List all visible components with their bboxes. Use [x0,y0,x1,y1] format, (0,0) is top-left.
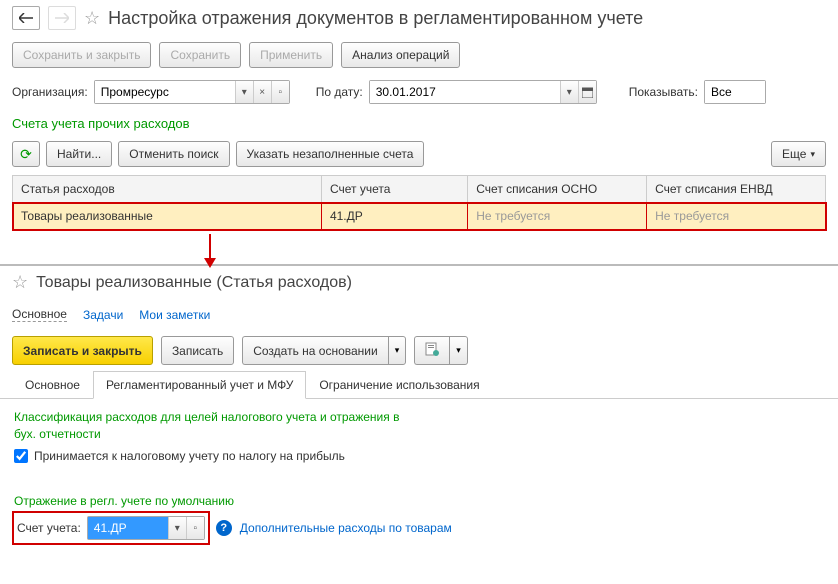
account-dropdown-icon[interactable]: ▾ [168,517,186,539]
date-select[interactable]: ▾ [369,80,597,104]
account-open-icon[interactable]: ▫ [186,517,204,539]
cancel-search-button[interactable]: Отменить поиск [118,141,229,167]
write-button[interactable]: Записать [161,336,234,365]
calendar-icon[interactable] [578,81,596,103]
col-osno[interactable]: Счет списания ОСНО [468,176,647,203]
nav-notes[interactable]: Мои заметки [139,308,210,322]
item-title: Товары реализованные (Статья расходов) [36,274,352,292]
page-title: Настройка отражения документов в регламе… [108,8,643,29]
specify-empty-button[interactable]: Указать незаполненные счета [236,141,425,167]
org-label: Организация: [12,85,88,99]
checkbox-label: Принимается к налоговому учету по налогу… [34,449,345,463]
date-dropdown-icon[interactable]: ▾ [560,81,578,103]
show-input[interactable] [705,81,765,103]
apply-button[interactable]: Применить [249,42,333,68]
chevron-down-icon[interactable]: ▾ [388,336,407,365]
classification-heading: Классификация расходов для целей налогов… [14,409,824,443]
save-close-button[interactable]: Сохранить и закрыть [12,42,151,68]
account-select[interactable]: ▾ ▫ [87,516,205,540]
favorite-icon[interactable]: ☆ [12,272,28,293]
show-label: Показывать: [629,85,698,99]
accounts-table: Статья расходов Счет учета Счет списания… [12,175,826,230]
help-icon[interactable]: ? [216,520,232,536]
col-expense[interactable]: Статья расходов [13,176,322,203]
org-input[interactable] [95,81,235,103]
cell-expense[interactable]: Товары реализованные [13,203,322,230]
section-accounts: Счета учета прочих расходов [0,110,838,137]
find-button[interactable]: Найти... [46,141,112,167]
write-close-button[interactable]: Записать и закрыть [12,336,153,365]
nav-main[interactable]: Основное [12,307,67,322]
reports-button[interactable]: ▾ [414,336,468,365]
account-input[interactable] [88,517,168,539]
col-account[interactable]: Счет учета [321,176,467,203]
favorite-icon[interactable]: ☆ [84,8,100,29]
refresh-icon: ⟳ [20,146,32,163]
tab-restriction[interactable]: Ограничение использования [306,371,492,399]
org-clear-icon[interactable]: × [253,81,271,103]
tax-accounting-checkbox[interactable] [14,449,28,463]
col-envd[interactable]: Счет списания ЕНВД [647,176,826,203]
tab-main[interactable]: Основное [12,371,93,399]
forward-button[interactable] [48,6,76,30]
cell-envd[interactable]: Не требуется [647,203,826,230]
org-select[interactable]: ▾ × ▫ [94,80,290,104]
save-button[interactable]: Сохранить [159,42,241,68]
date-input[interactable] [370,81,560,103]
cell-osno[interactable]: Не требуется [468,203,647,230]
chevron-down-icon: ▾ [810,149,815,160]
chevron-down-icon[interactable]: ▾ [449,336,468,365]
date-label: По дату: [316,85,363,99]
refresh-button[interactable]: ⟳ [12,141,40,167]
extra-expenses-link[interactable]: Дополнительные расходы по товарам [240,521,452,535]
table-row[interactable]: Товары реализованные 41.ДР Не требуется … [13,203,826,230]
analysis-button[interactable]: Анализ операций [341,42,460,68]
org-open-icon[interactable]: ▫ [271,81,289,103]
show-select[interactable] [704,80,766,104]
cell-account[interactable]: 41.ДР [321,203,467,230]
more-button[interactable]: Еще▾ [771,141,826,167]
account-field-label: Счет учета: [17,521,81,535]
org-dropdown-icon[interactable]: ▾ [235,81,253,103]
back-button[interactable] [12,6,40,30]
default-reflection-heading: Отражение в регл. учете по умолчанию [14,493,824,510]
arrow-annotation [200,234,220,268]
nav-tasks[interactable]: Задачи [83,308,123,322]
report-icon [425,342,439,356]
tab-regulated[interactable]: Регламентированный учет и МФУ [93,371,306,399]
create-based-button[interactable]: Создать на основании ▾ [242,336,406,365]
